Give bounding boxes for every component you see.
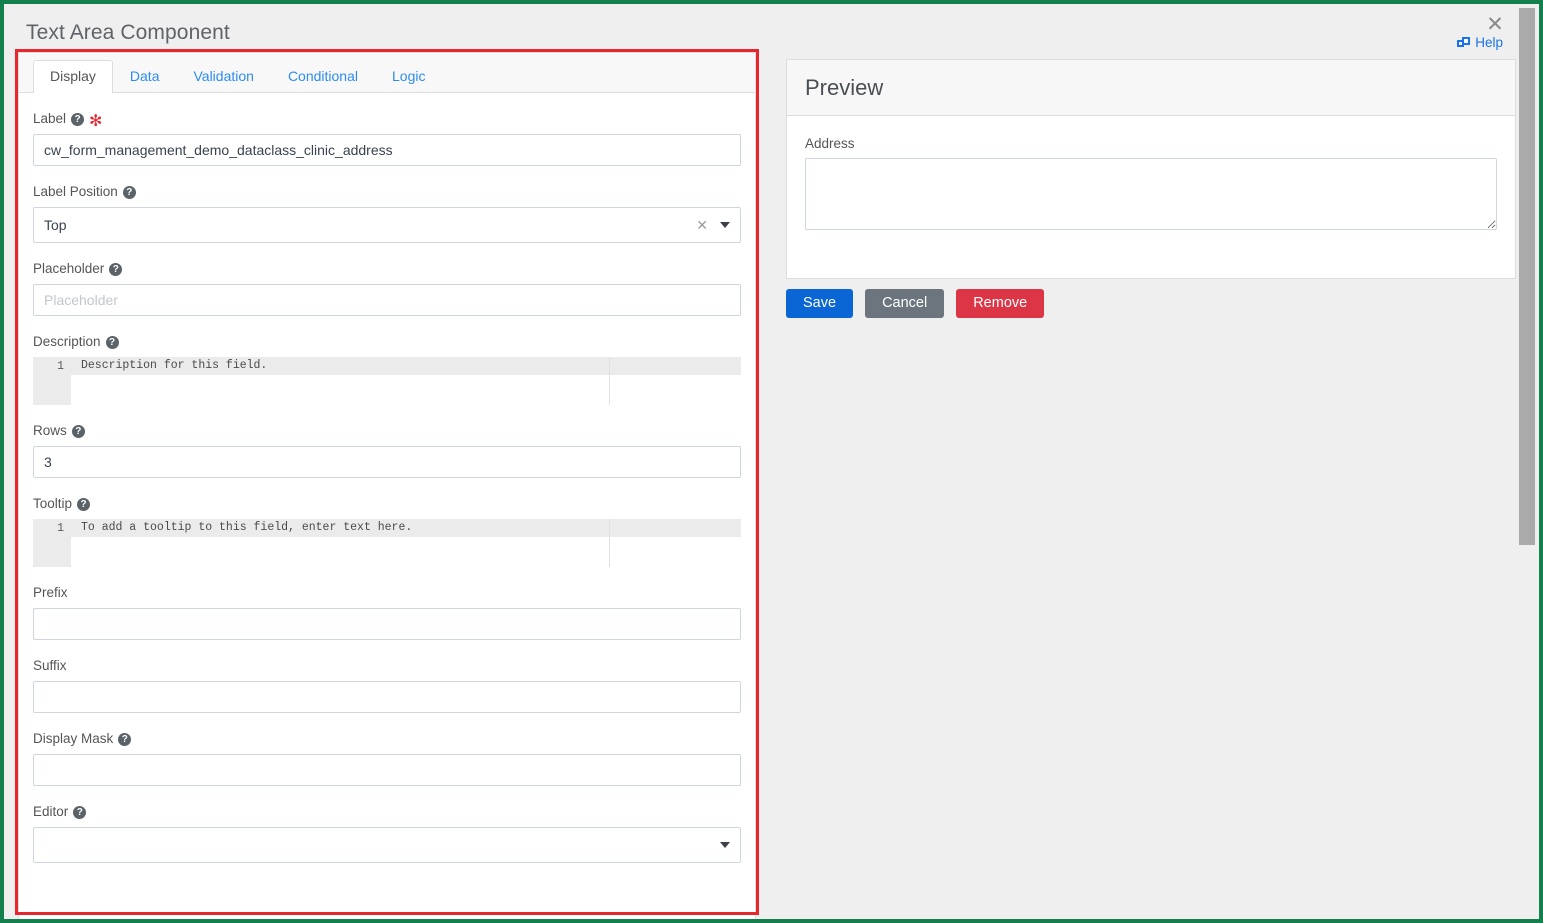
preview-panel: Preview Address [786,59,1516,279]
question-mark-icon[interactable]: ? [73,805,87,819]
rows-field-label: Rows ? [33,423,741,439]
label-position-select[interactable]: Top ✕ [33,207,741,243]
field-group-label: Label ? ✻ [33,111,741,166]
editor-print-margin [609,519,610,567]
description-code-editor[interactable]: 1 Description for this field. [33,357,741,405]
tooltip-text: Tooltip [33,496,73,511]
display-mask-input[interactable] [33,754,741,786]
editor-field-label: Editor ? [33,804,741,820]
settings-tabbar: Display Data Validation Conditional Logi… [19,53,755,93]
field-group-suffix: Suffix [33,658,741,713]
display-mask-field-label: Display Mask ? [33,731,741,747]
tab-validation[interactable]: Validation [176,60,270,93]
label-text: Label [33,111,67,126]
question-mark-icon[interactable]: ? [77,497,91,511]
question-mark-icon[interactable]: ? [71,112,85,126]
label-input[interactable] [33,134,741,166]
display-tab-panel: Label ? ✻ Label Position ? Top ✕ [19,93,755,863]
tooltip-field-label: Tooltip ? [33,496,741,512]
screenshot-viewport: Text Area Component ✕ Help Display Data … [0,0,1543,923]
chevron-down-icon[interactable] [720,222,730,228]
dialog-title: Text Area Component [26,21,230,44]
description-code-text: Description for this field. [81,359,268,372]
preview-field-label: Address [805,136,855,151]
editor-print-margin [609,357,610,405]
suffix-field-label: Suffix [33,658,741,674]
preview-body: Address [787,116,1515,230]
cancel-button[interactable]: Cancel [865,289,945,318]
page-scrollbar-thumb[interactable] [1519,8,1535,545]
field-group-rows: Rows ? [33,423,741,478]
field-group-placeholder: Placeholder ? [33,261,741,316]
editor-select[interactable] [33,827,741,863]
description-text: Description [33,334,101,349]
field-group-prefix: Prefix [33,585,741,640]
tab-conditional[interactable]: Conditional [271,60,375,93]
display-mask-text: Display Mask [33,731,114,746]
chevron-down-icon[interactable] [720,842,730,848]
description-field-label: Description ? [33,334,741,350]
tab-logic[interactable]: Logic [375,60,442,93]
label-position-value: Top [44,217,67,233]
label-position-field-label: Label Position ? [33,184,741,200]
suffix-text: Suffix [33,658,67,673]
placeholder-text: Placeholder [33,261,105,276]
question-mark-icon[interactable]: ? [71,424,85,438]
preview-header: Preview [787,60,1515,116]
help-label: Help [1475,35,1503,50]
tooltip-code-editor[interactable]: 1 To add a tooltip to this field, enter … [33,519,741,567]
question-mark-icon[interactable]: ? [105,335,119,349]
prefix-text: Prefix [33,585,68,600]
component-settings-dialog: Text Area Component ✕ Help Display Data … [4,4,1525,919]
save-button[interactable]: Save [786,289,854,318]
field-group-display-mask: Display Mask ? [33,731,741,786]
external-window-icon [1457,36,1471,49]
tooltip-code-text: To add a tooltip to this field, enter te… [81,521,413,534]
tab-data[interactable]: Data [113,60,177,93]
prefix-field-label: Prefix [33,585,741,601]
question-mark-icon[interactable]: ? [109,262,123,276]
dialog-action-bar: Save Cancel Remove [786,289,1045,318]
tab-display[interactable]: Display [33,60,113,93]
prefix-input[interactable] [33,608,741,640]
field-group-editor: Editor ? [33,804,741,863]
required-asterisk-icon: ✻ [89,113,103,130]
editor-text: Editor [33,804,69,819]
field-group-tooltip: Tooltip ? 1 To add a tooltip to this fie… [33,496,741,567]
field-group-description: Description ? 1 Description for this fie… [33,334,741,405]
placeholder-field-label: Placeholder ? [33,261,741,277]
clear-icon[interactable]: ✕ [696,217,708,234]
label-position-text: Label Position [33,184,118,199]
preview-address-textarea[interactable] [805,158,1497,230]
settings-panel: Display Data Validation Conditional Logi… [18,52,756,919]
preview-title: Preview [805,74,884,100]
question-mark-icon[interactable]: ? [118,732,132,746]
remove-button[interactable]: Remove [956,289,1045,318]
field-group-label-position: Label Position ? Top ✕ [33,184,741,243]
editor-gutter: 1 [33,357,71,405]
placeholder-input[interactable] [33,284,741,316]
label-field-label: Label ? ✻ [33,111,741,130]
editor-gutter: 1 [33,519,71,567]
suffix-input[interactable] [33,681,741,713]
rows-text: Rows [33,423,67,438]
rows-input[interactable] [33,446,741,478]
help-link[interactable]: Help [1457,35,1503,50]
question-mark-icon[interactable]: ? [122,185,136,199]
